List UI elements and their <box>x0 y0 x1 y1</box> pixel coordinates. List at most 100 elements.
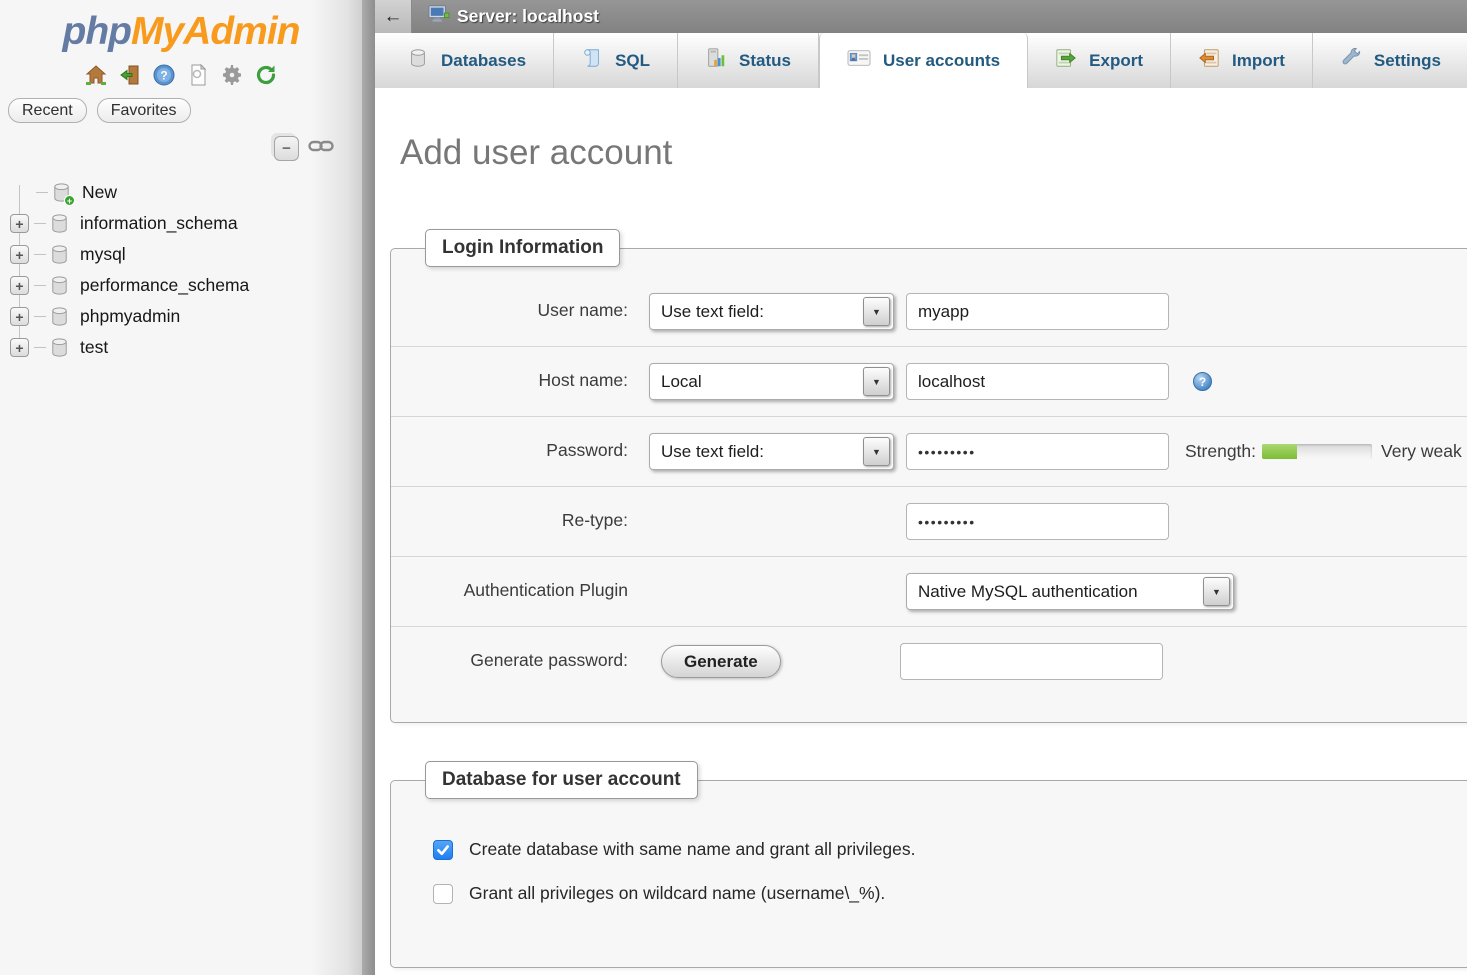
tab-label: Export <box>1089 51 1143 71</box>
tab-databases[interactable]: Databases <box>380 33 554 88</box>
database-fieldset-body: Create database with same name and grant… <box>391 781 1467 967</box>
tree-item-label[interactable]: mysql <box>80 244 126 265</box>
tree-item-label[interactable]: performance_schema <box>80 275 249 296</box>
select-button: ▼ <box>863 437 890 466</box>
plus-icon: + <box>15 309 23 325</box>
page-title: Add user account <box>400 133 1467 173</box>
home-icon[interactable] <box>84 62 109 87</box>
wildcard-grant-option-label[interactable]: Grant all privileges on wildcard name (u… <box>469 883 885 904</box>
settings-gear-icon[interactable] <box>220 62 245 87</box>
password-controls: Use text field: ▼ Strength: Very weak <box>649 433 1462 470</box>
tree-item-label[interactable]: information_schema <box>80 213 238 234</box>
tab-settings[interactable]: Settings <box>1313 33 1467 88</box>
back-button[interactable]: ← <box>375 0 412 33</box>
create-db-checkbox[interactable] <box>433 840 453 860</box>
refresh-icon[interactable] <box>254 62 279 87</box>
expand-icon[interactable]: + <box>10 307 29 326</box>
help-docs-icon[interactable]: ? <box>152 62 177 87</box>
expand-icon[interactable]: + <box>10 276 29 295</box>
user-name-input[interactable] <box>906 293 1169 330</box>
tab-label: Databases <box>441 51 526 71</box>
generate-password-controls: Generate <box>649 643 1163 680</box>
database-icon <box>48 212 71 235</box>
new-database-icon: + <box>50 181 73 204</box>
expand-icon[interactable]: + <box>10 338 29 357</box>
strength-verdict: Very weak <box>1381 441 1462 462</box>
tree-item-new[interactable]: + New <box>10 177 362 208</box>
select-button: ▼ <box>863 297 890 326</box>
tab-bar: Databases SQL Status User accounts Expor… <box>375 33 1467 88</box>
server-monitor-icon <box>428 4 450 29</box>
tree-item-database: + mysql <box>10 239 362 270</box>
documentation-icon[interactable] <box>186 62 211 87</box>
breadcrumb[interactable]: Server: localhost <box>428 4 599 29</box>
generated-password-input[interactable] <box>900 643 1163 680</box>
recent-button-label: Recent <box>22 102 73 120</box>
tab-status[interactable]: Status <box>678 33 819 88</box>
strength-bar-fill <box>1262 444 1297 459</box>
auth-plugin-select[interactable]: Native MySQL authentication ▼ <box>906 573 1234 610</box>
tree-item-label[interactable]: New <box>82 182 117 203</box>
tab-import[interactable]: Import <box>1171 33 1313 88</box>
expand-icon[interactable]: + <box>10 214 29 233</box>
recent-button[interactable]: Recent <box>8 98 87 123</box>
expand-icon[interactable]: + <box>10 245 29 264</box>
host-name-row: Host name: Local ▼ ? <box>391 346 1467 416</box>
status-icon <box>705 47 727 74</box>
checkmark-icon <box>436 843 450 857</box>
quick-access-row: Recent Favorites <box>0 98 362 123</box>
tree-connector <box>34 316 46 317</box>
logout-icon[interactable] <box>118 62 143 87</box>
database-icon <box>48 243 71 266</box>
auth-plugin-row: Authentication Plugin Native MySQL authe… <box>391 556 1467 626</box>
minus-icon: − <box>282 140 291 157</box>
plus-icon: + <box>15 247 23 263</box>
password-strength: Strength: Very weak <box>1185 441 1462 462</box>
host-name-controls: Local ▼ ? <box>649 363 1212 400</box>
tab-label: Status <box>739 51 791 71</box>
favorites-button[interactable]: Favorites <box>97 98 191 123</box>
tab-label: Import <box>1232 51 1285 71</box>
collapse-all-button[interactable]: − <box>274 136 299 161</box>
select-button: ▼ <box>863 367 890 396</box>
link-with-main-panel-icon[interactable] <box>308 139 334 158</box>
password-input[interactable] <box>906 433 1169 470</box>
create-db-option-label[interactable]: Create database with same name and grant… <box>469 839 916 860</box>
tree-connector <box>36 192 48 193</box>
tree-connector <box>34 254 46 255</box>
tree-item-label[interactable]: phpmyadmin <box>80 306 180 327</box>
password-type-select[interactable]: Use text field: ▼ <box>649 433 894 470</box>
host-name-type-select[interactable]: Local ▼ <box>649 363 894 400</box>
host-name-label: Host name: <box>391 363 649 400</box>
user-name-type-select[interactable]: Use text field: ▼ <box>649 293 894 330</box>
retype-controls <box>649 503 1169 540</box>
database-icon <box>48 274 71 297</box>
sidebar-resizer[interactable] <box>362 0 375 975</box>
selected-option-label: Use text field: <box>650 302 863 322</box>
create-db-option-row: Create database with same name and grant… <box>433 839 1467 860</box>
wildcard-grant-checkbox[interactable] <box>433 884 453 904</box>
server-title: Server: localhost <box>457 6 599 27</box>
auth-plugin-label: Authentication Plugin <box>391 573 649 610</box>
sql-icon <box>581 47 603 74</box>
plus-icon: + <box>15 340 23 356</box>
plus-icon: + <box>15 216 23 232</box>
auth-plugin-controls: Native MySQL authentication ▼ <box>649 573 1246 610</box>
selected-option-label: Native MySQL authentication <box>907 582 1203 602</box>
import-icon <box>1198 47 1220 74</box>
chevron-down-icon: ▼ <box>872 377 881 387</box>
host-help-icon[interactable]: ? <box>1193 372 1212 391</box>
phpmyadmin-logo[interactable]: phpMyAdmin <box>0 0 362 54</box>
retype-password-input[interactable] <box>906 503 1169 540</box>
login-information-fieldset: Login Information User name: Use text fi… <box>390 248 1467 723</box>
favorites-button-label: Favorites <box>111 102 177 120</box>
tab-export[interactable]: Export <box>1028 33 1171 88</box>
plus-icon: + <box>15 278 23 294</box>
tree-item-label[interactable]: test <box>80 337 108 358</box>
host-name-input[interactable] <box>906 363 1169 400</box>
login-fieldset-body: User name: Use text field: ▼ Host name: … <box>391 249 1467 722</box>
generate-button[interactable]: Generate <box>661 645 781 678</box>
tab-sql[interactable]: SQL <box>554 33 678 88</box>
tab-user-accounts[interactable]: User accounts <box>819 33 1028 88</box>
tab-label: SQL <box>615 51 650 71</box>
